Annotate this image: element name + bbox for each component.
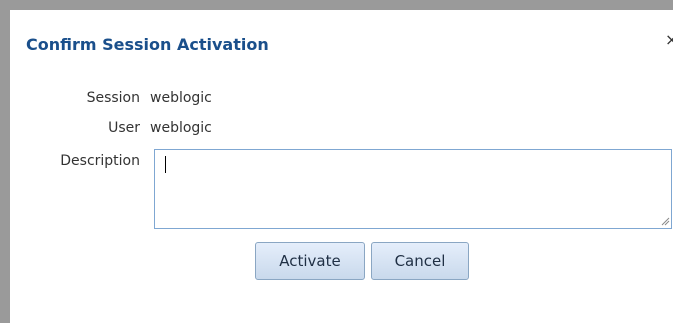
description-label: Description	[60, 153, 140, 169]
text-cursor	[165, 156, 166, 173]
cancel-button[interactable]: Cancel	[371, 242, 469, 280]
activate-button[interactable]: Activate	[255, 242, 365, 280]
window-top-edge	[0, 0, 673, 10]
dialog-title: Confirm Session Activation	[26, 35, 269, 54]
confirm-session-dialog: Confirm Session Activation × Session web…	[10, 10, 673, 323]
close-icon[interactable]: ×	[665, 30, 673, 50]
user-label: User	[108, 120, 140, 136]
session-value: weblogic	[150, 90, 212, 106]
window-left-edge	[0, 0, 10, 323]
resize-grip-icon[interactable]	[660, 216, 670, 226]
screen: Confirm Session Activation × Session web…	[0, 0, 673, 323]
user-value: weblogic	[150, 120, 212, 136]
session-label: Session	[86, 90, 140, 106]
description-textarea[interactable]	[154, 149, 672, 229]
